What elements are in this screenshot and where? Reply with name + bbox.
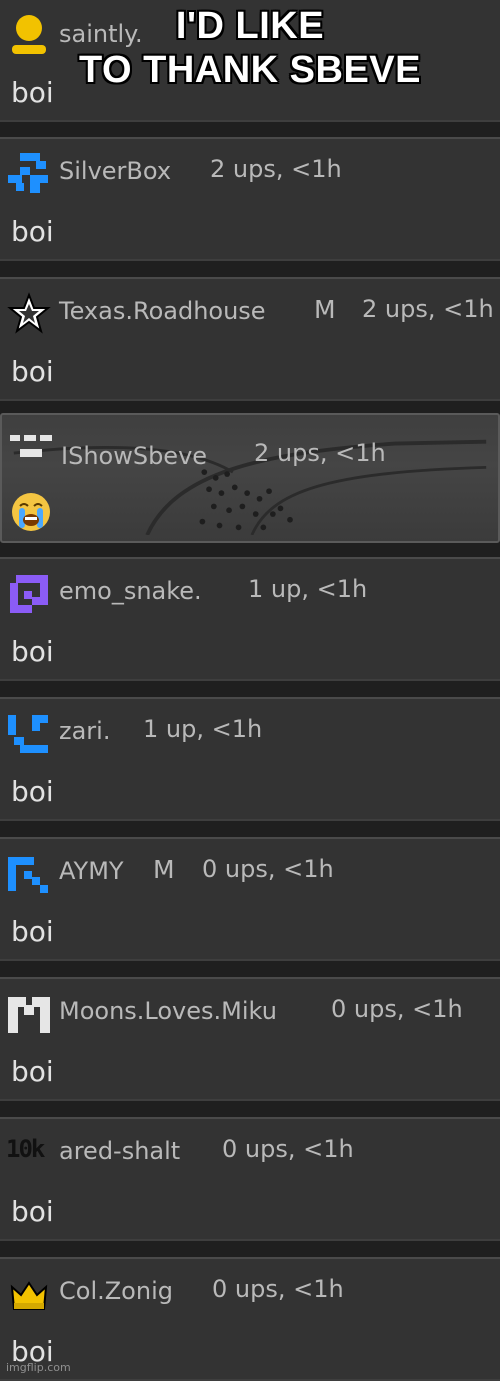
comment-username[interactable]: zari.: [59, 717, 110, 745]
caption-line-2: TO THANK SBEVE: [78, 49, 421, 91]
comment-item: AYMY M 0 ups, <1h boi: [0, 837, 500, 961]
comment-username[interactable]: Moons.Loves.Miku: [59, 997, 277, 1025]
comment-body: boi: [11, 1195, 54, 1228]
comment-username[interactable]: emo_snake.: [59, 577, 202, 605]
10k-icon-label: 10k: [6, 1135, 45, 1163]
crown-icon[interactable]: [6, 1271, 52, 1315]
comment-item: Moons.Loves.Miku 0 ups, <1h boi: [0, 977, 500, 1101]
comment-item: Col.Zonig 0 ups, <1h boi: [0, 1257, 500, 1381]
comment-meta: 2 ups, <1h: [362, 295, 494, 323]
blue-pixel-icon[interactable]: [6, 711, 52, 755]
watermark: imgflip.com: [6, 1361, 71, 1374]
crying-face-emoji: [12, 493, 50, 531]
gray-pixel-icon[interactable]: [8, 427, 54, 471]
comment-username[interactable]: ared-shalt: [59, 1137, 180, 1165]
comment-item: 10k ared-shalt 0 ups, <1h boi: [0, 1117, 500, 1241]
moderator-badge: M: [153, 855, 175, 884]
comment-meta: 1 up, <1h: [248, 575, 368, 603]
comment-meta: 0 ups, <1h: [212, 1275, 344, 1303]
10k-icon[interactable]: 10k: [6, 1135, 52, 1179]
comment-username[interactable]: AYMY: [59, 857, 124, 885]
crowd-background-image: [13, 439, 487, 535]
comment-body: boi: [11, 1055, 54, 1088]
caption-line-1: I'D LIKE: [175, 5, 325, 47]
comment-item: zari. 1 up, <1h boi: [0, 697, 500, 821]
moderator-badge: M: [314, 295, 336, 324]
comment-meta: 0 ups, <1h: [222, 1135, 354, 1163]
comment-meta: 2 ups, <1h: [254, 439, 386, 467]
comment-body: boi: [11, 355, 54, 388]
blue-pixel-icon[interactable]: [6, 151, 52, 195]
comment-item: IShowSbeve 2 ups, <1h: [0, 413, 500, 543]
comment-meta: 0 ups, <1h: [331, 995, 463, 1023]
comment-username[interactable]: Texas.Roadhouse: [59, 297, 266, 325]
comment-item: emo_snake. 1 up, <1h boi: [0, 557, 500, 681]
comment-item: Texas.Roadhouse M 2 ups, <1h boi: [0, 277, 500, 401]
white-m-icon[interactable]: [6, 991, 52, 1035]
comment-body: boi: [11, 215, 54, 248]
comment-meta: 1 up, <1h: [143, 715, 263, 743]
comment-meta: 2 ups, <1h: [210, 155, 342, 183]
comment-username[interactable]: IShowSbeve: [61, 442, 207, 470]
purple-pixel-icon[interactable]: [6, 571, 52, 615]
meme-caption: I'D LIKE TO THANK SBEVE: [0, 4, 500, 92]
comment-body: boi: [11, 775, 54, 808]
comment-username[interactable]: SilverBox: [59, 157, 171, 185]
comment-meta: 0 ups, <1h: [202, 855, 334, 883]
comment-item: SilverBox 2 ups, <1h boi: [0, 137, 500, 261]
blue-pixel-icon[interactable]: [6, 851, 52, 895]
comment-body: boi: [11, 915, 54, 948]
star-icon[interactable]: [6, 291, 52, 335]
comment-body: boi: [11, 635, 54, 668]
comment-username[interactable]: Col.Zonig: [59, 1277, 173, 1305]
